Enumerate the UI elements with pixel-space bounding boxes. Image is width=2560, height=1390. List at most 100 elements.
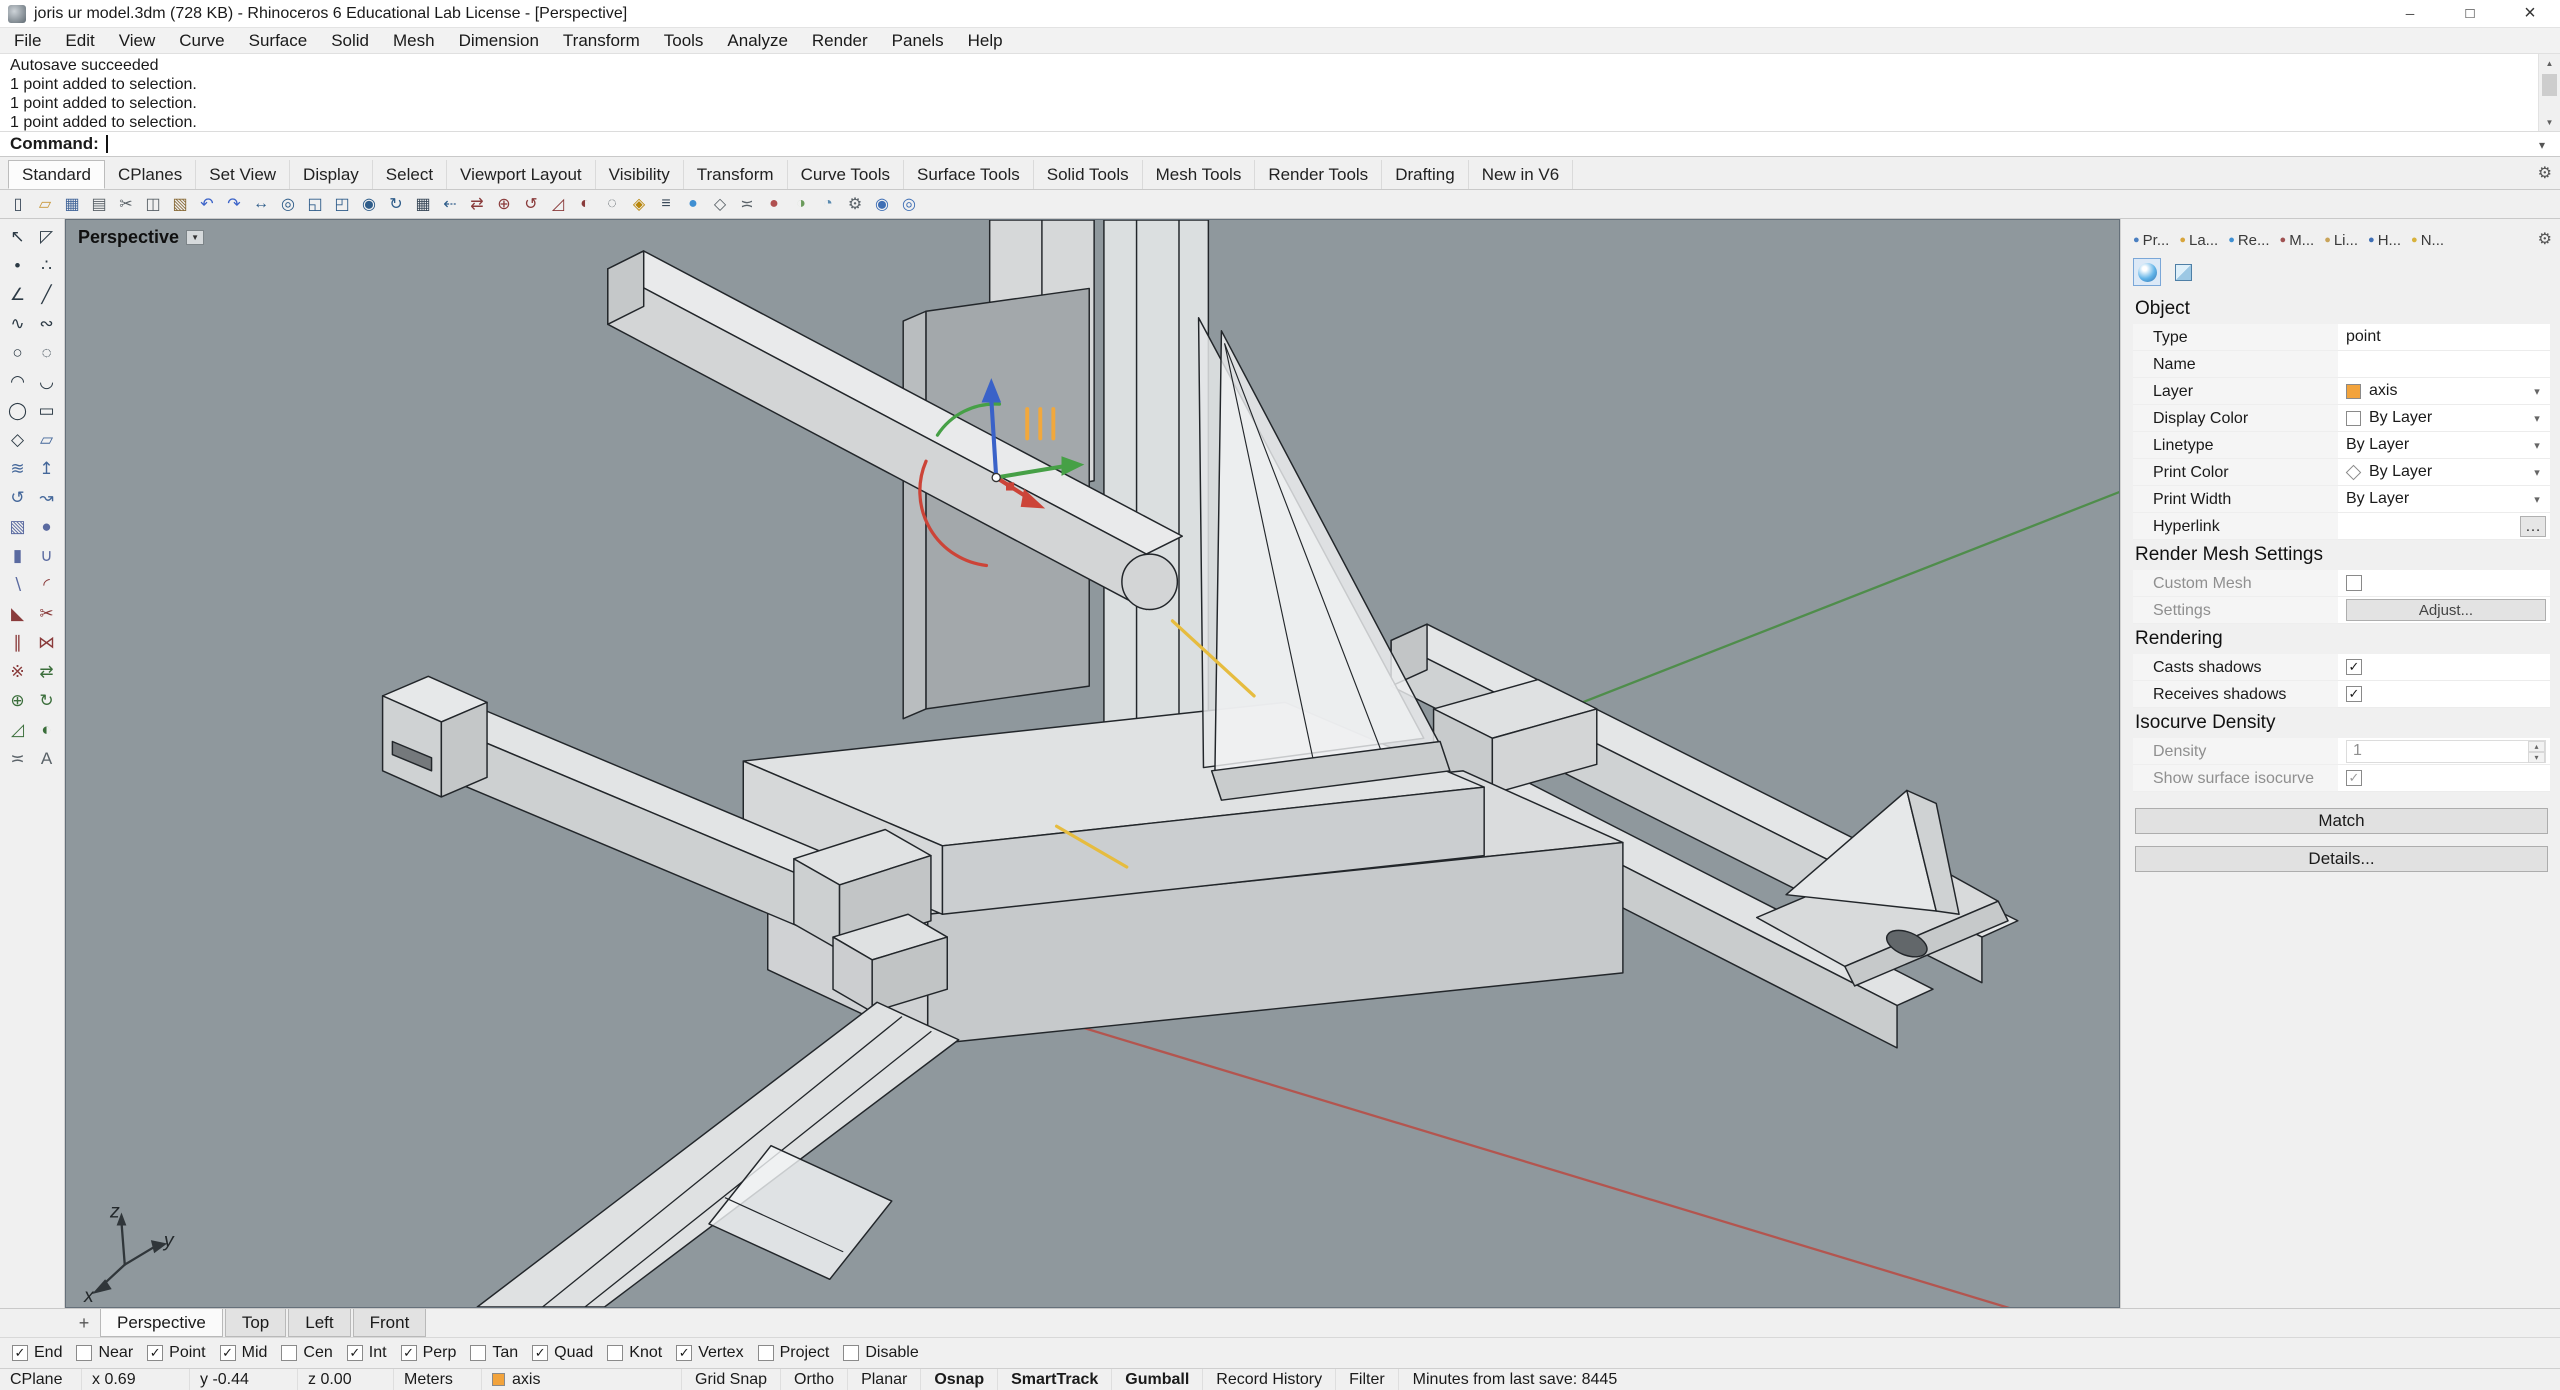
menu-help[interactable]: Help (956, 28, 1015, 53)
print[interactable]: ▤ (86, 191, 112, 217)
show-isocurve-checkbox[interactable] (2346, 770, 2362, 786)
ttab-solid-tools[interactable]: Solid Tools (1034, 160, 1143, 189)
undo-view-change[interactable]: ⇠ (437, 191, 463, 217)
sb-filter[interactable]: Filter (1336, 1369, 1399, 1390)
history-scrollbar[interactable] (2538, 54, 2560, 131)
match-button[interactable]: Match (2135, 808, 2548, 834)
boolean-difference[interactable]: ∖ (4, 571, 32, 599)
hyperlink-browse-button[interactable] (2520, 516, 2546, 537)
osnap-point[interactable]: Point (147, 1344, 205, 1362)
menu-solid[interactable]: Solid (319, 28, 381, 53)
mirror-object[interactable]: ◐ (572, 191, 598, 217)
zoom-window[interactable]: ◱ (302, 191, 328, 217)
ttab-cplanes[interactable]: CPlanes (105, 160, 196, 189)
linetype-dropdown[interactable]: By Layer (2338, 432, 2550, 459)
scrollbar-thumb[interactable] (2542, 74, 2557, 96)
layer-dropdown-icon[interactable] (2528, 382, 2546, 400)
panel-tab-rendering[interactable]: ●Re... (2228, 232, 2269, 249)
ttab-display[interactable]: Display (290, 160, 373, 189)
four-viewports[interactable]: ▦ (410, 191, 436, 217)
cut[interactable]: ✂ (113, 191, 139, 217)
shaded-viewport[interactable]: ◔ (815, 191, 841, 217)
menu-render[interactable]: Render (800, 28, 880, 53)
ttab-select[interactable]: Select (373, 160, 447, 189)
explode[interactable]: ※ (4, 658, 32, 686)
cylinder[interactable]: ▮ (4, 542, 32, 570)
text[interactable]: A (33, 745, 61, 773)
osnap-point-checkbox[interactable] (147, 1345, 163, 1361)
osnap-cen-checkbox[interactable] (281, 1345, 297, 1361)
minimize-button[interactable] (2380, 0, 2440, 27)
menu-mesh[interactable]: Mesh (381, 28, 447, 53)
ttab-new-in-v6[interactable]: New in V6 (1469, 160, 1573, 189)
measure-distance[interactable]: ≍ (734, 191, 760, 217)
open-file[interactable]: ▱ (32, 191, 58, 217)
osnap-quad-checkbox[interactable] (532, 1345, 548, 1361)
panel-tab-notes[interactable]: ●N... (2411, 232, 2444, 249)
extrude[interactable]: ↥ (33, 455, 61, 483)
render-preview[interactable]: ◑ (788, 191, 814, 217)
spinner-down-icon[interactable] (2528, 752, 2545, 763)
ttab-curve-tools[interactable]: Curve Tools (788, 160, 904, 189)
osnap-int[interactable]: Int (347, 1344, 387, 1362)
osnap-project[interactable]: Project (758, 1344, 830, 1362)
attribute-user-text-page-button[interactable] (2169, 258, 2197, 286)
panel-tab-properties[interactable]: ●Pr... (2133, 232, 2169, 249)
osnap-tan-checkbox[interactable] (470, 1345, 486, 1361)
lasso-select[interactable]: ◸ (33, 223, 61, 251)
density-stepper[interactable]: 1 (2346, 740, 2546, 763)
select-arrow[interactable]: ↖ (4, 223, 32, 251)
menu-curve[interactable]: Curve (167, 28, 236, 53)
toolbar-options-gear-icon[interactable] (2538, 163, 2552, 183)
command-expand-icon[interactable] (2530, 134, 2554, 154)
sb-gumball[interactable]: Gumball (1112, 1369, 1203, 1390)
paste[interactable]: ▧ (167, 191, 193, 217)
ttab-visibility[interactable]: Visibility (596, 160, 684, 189)
osnap-knot[interactable]: Knot (607, 1344, 662, 1362)
print-width-dropdown[interactable]: By Layer (2338, 486, 2550, 513)
menu-edit[interactable]: Edit (53, 28, 106, 53)
osnap-end[interactable]: End (12, 1344, 62, 1362)
menu-surface[interactable]: Surface (237, 28, 320, 53)
osnap-end-checkbox[interactable] (12, 1345, 28, 1361)
units-pane[interactable]: Meters (394, 1369, 482, 1390)
circle-3pt[interactable]: ◌ (33, 339, 61, 367)
options-gear[interactable]: ⚙ (842, 191, 868, 217)
web-browser[interactable]: ◉ (869, 191, 895, 217)
panel-tab-help[interactable]: ●H... (2368, 232, 2401, 249)
sb-ortho[interactable]: Ortho (781, 1369, 848, 1390)
copy-tool[interactable]: ⊕ (4, 687, 32, 715)
loft[interactable]: ≋ (4, 455, 32, 483)
sweep[interactable]: ↝ (33, 484, 61, 512)
sb-planar[interactable]: Planar (848, 1369, 921, 1390)
curve-control-points[interactable]: ∾ (33, 310, 61, 338)
surface-3pt[interactable]: ▱ (33, 426, 61, 454)
viewport-title[interactable]: Perspective (78, 227, 179, 248)
maximize-button[interactable] (2440, 0, 2500, 27)
vtab-perspective[interactable]: Perspective (100, 1309, 223, 1337)
object-page-button[interactable] (2133, 258, 2161, 286)
menu-tools[interactable]: Tools (652, 28, 716, 53)
ttab-render-tools[interactable]: Render Tools (1255, 160, 1382, 189)
chamfer[interactable]: ◣ (4, 600, 32, 628)
zoom-selected[interactable]: ◉ (356, 191, 382, 217)
menu-panels[interactable]: Panels (880, 28, 956, 53)
osnap-vertex-checkbox[interactable] (676, 1345, 692, 1361)
sb-grid-snap[interactable]: Grid Snap (682, 1369, 781, 1390)
line[interactable]: ╱ (33, 281, 61, 309)
move-tool[interactable]: ⇄ (33, 658, 61, 686)
sphere[interactable]: ● (33, 513, 61, 541)
zoom-extents[interactable]: ◰ (329, 191, 355, 217)
panel-tab-libraries[interactable]: ●Li... (2324, 232, 2358, 249)
object-snap[interactable]: ◇ (707, 191, 733, 217)
print-color-dropdown[interactable]: By Layer (2338, 459, 2550, 486)
menu-dimension[interactable]: Dimension (447, 28, 551, 53)
ttab-drafting[interactable]: Drafting (1382, 160, 1469, 189)
custom-mesh-checkbox[interactable] (2346, 575, 2362, 591)
adjust-button[interactable]: Adjust... (2346, 599, 2546, 621)
display-color-dropdown[interactable]: By Layer (2338, 405, 2550, 432)
polygon[interactable]: ◇ (4, 426, 32, 454)
ttab-viewport-layout[interactable]: Viewport Layout (447, 160, 596, 189)
sb-record-history[interactable]: Record History (1203, 1369, 1336, 1390)
osnap-near[interactable]: Near (76, 1344, 133, 1362)
